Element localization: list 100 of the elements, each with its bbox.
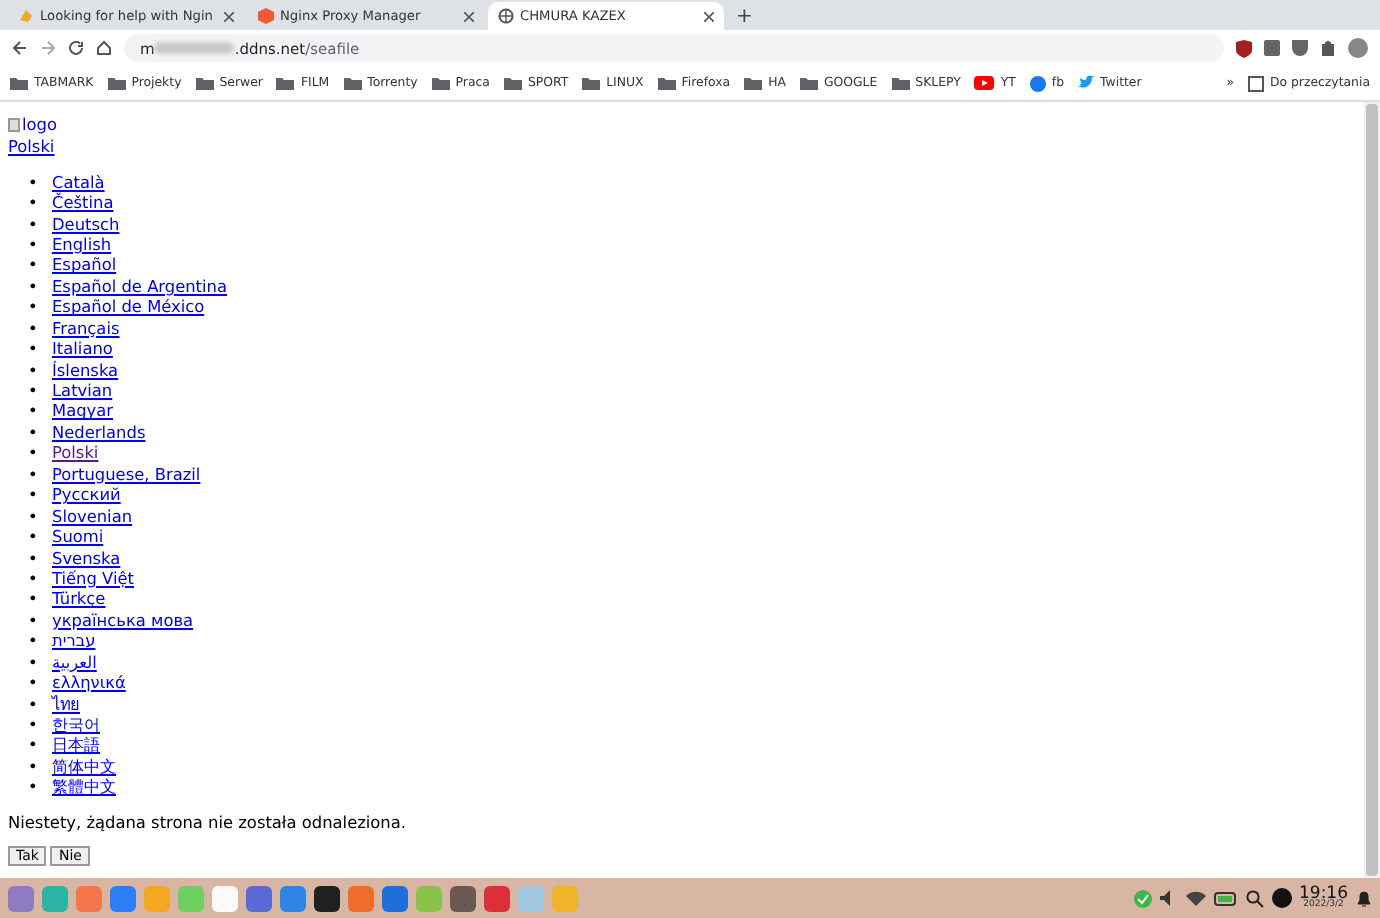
- error-message: Niestety, żądana strona nie została odnaleziona.: [8, 811, 408, 833]
- globe-icon: [498, 8, 514, 24]
- language-link[interactable]: Polski: [52, 442, 99, 464]
- close-icon[interactable]: [704, 11, 714, 21]
- bullet: •: [28, 567, 38, 589]
- bullet: •: [28, 463, 38, 485]
- folder-icon: [891, 76, 910, 90]
- logo-link[interactable]: logo: [8, 115, 57, 136]
- language-link[interactable]: Íslenska: [52, 359, 119, 380]
- bullet: •: [28, 776, 38, 798]
- language-link[interactable]: Slovenian: [52, 505, 133, 527]
- language-link[interactable]: Nederlands: [52, 421, 146, 443]
- language-link[interactable]: Deutsch: [52, 213, 120, 234]
- folder-icon: [107, 76, 126, 90]
- folder-icon: [195, 76, 214, 90]
- language-link[interactable]: 한국어: [52, 714, 100, 735]
- language-link[interactable]: Latvian: [52, 380, 113, 401]
- language-link[interactable]: ไทย: [52, 693, 80, 714]
- language-link[interactable]: Svenska: [52, 547, 121, 568]
- language-link[interactable]: Русский: [52, 484, 121, 506]
- scrollbar[interactable]: [1364, 102, 1380, 878]
- language-link[interactable]: 日本語: [52, 734, 100, 756]
- bullet: •: [28, 755, 38, 777]
- home-icon[interactable]: [96, 40, 112, 56]
- language-link[interactable]: Suomi: [52, 526, 104, 547]
- close-icon[interactable]: [224, 11, 234, 21]
- bell-icon[interactable]: [1356, 889, 1372, 907]
- bullet: •: [28, 526, 38, 547]
- bullet: •: [28, 714, 38, 735]
- bullet: •: [28, 192, 38, 213]
- bullet: •: [28, 213, 38, 234]
- language-link[interactable]: 简体中文: [52, 755, 116, 777]
- language-link[interactable]: ελληνικά: [52, 672, 126, 694]
- bullet: •: [28, 651, 38, 673]
- bullet: •: [28, 233, 38, 255]
- language-link[interactable]: Portuguese, Brazil: [52, 463, 201, 485]
- language-link[interactable]: українська мова: [52, 609, 194, 631]
- f-logo-icon: [1029, 75, 1046, 91]
- list-icon: [1247, 75, 1264, 91]
- bullet: •: [28, 421, 38, 443]
- bullet: •: [28, 380, 38, 401]
- bullet: •: [28, 547, 38, 568]
- language-link[interactable]: 繁體中文: [52, 776, 116, 798]
- folder-icon: [799, 76, 818, 90]
- back-icon[interactable]: [12, 40, 28, 56]
- bullet: •: [28, 505, 38, 527]
- hexagon-icon: [258, 8, 274, 24]
- language-link[interactable]: English: [52, 233, 112, 255]
- bullet: •: [28, 693, 38, 714]
- power-icon[interactable]: [1271, 888, 1291, 908]
- avatar-icon[interactable]: [1348, 38, 1368, 58]
- bullet: •: [28, 317, 38, 339]
- reload-icon[interactable]: [68, 40, 84, 56]
- language-link[interactable]: Español: [52, 254, 117, 276]
- close-icon[interactable]: [464, 11, 474, 21]
- app-icon[interactable]: [314, 885, 340, 911]
- folder-icon: [503, 76, 522, 90]
- bullet: •: [28, 588, 38, 610]
- folder-icon: [10, 76, 28, 90]
- language-link[interactable]: Tiếng Việt: [52, 567, 134, 589]
- broken-image-icon: [8, 117, 20, 132]
- language-link[interactable]: Français: [52, 317, 120, 339]
- language-link[interactable]: Čeština: [52, 192, 114, 213]
- bullet: •: [28, 630, 38, 652]
- language-link[interactable]: Español de Argentina: [52, 275, 228, 297]
- shield-icon[interactable]: [1236, 39, 1252, 57]
- language-link[interactable]: العربية: [52, 651, 97, 673]
- language-link[interactable]: Català: [52, 171, 105, 193]
- bullet: •: [28, 296, 38, 318]
- bullet: •: [28, 338, 38, 360]
- language-link[interactable]: עברית: [52, 630, 96, 652]
- language-link[interactable]: Türkçe: [52, 588, 106, 610]
- bullet: •: [28, 359, 38, 380]
- bullet: •: [28, 275, 38, 297]
- bullet: •: [28, 442, 38, 464]
- language-link[interactable]: Español de México: [52, 296, 205, 318]
- bullet: •: [28, 609, 38, 631]
- bullet: •: [28, 672, 38, 694]
- folder-icon: [431, 76, 450, 90]
- folder-icon: [744, 76, 763, 90]
- language-link[interactable]: Italiano: [52, 338, 113, 360]
- check-icon[interactable]: [1133, 889, 1151, 907]
- play-icon: [974, 76, 995, 90]
- battery-icon[interactable]: [1213, 891, 1237, 905]
- new-tab-button[interactable]: +: [728, 6, 761, 30]
- folder-icon: [582, 76, 601, 90]
- bullet: •: [28, 171, 38, 193]
- bullet: •: [28, 254, 38, 276]
- bird-icon: [1078, 76, 1095, 90]
- bullet: •: [28, 734, 38, 756]
- bullet: •: [28, 400, 38, 422]
- language-link[interactable]: Polski: [8, 136, 55, 157]
- search-icon[interactable]: [1245, 889, 1263, 907]
- folder-icon: [276, 76, 295, 90]
- language-link[interactable]: Magyar: [52, 400, 114, 422]
- folder-icon: [657, 76, 676, 90]
- wifi-icon[interactable]: [1185, 890, 1205, 906]
- folder-icon: [343, 76, 362, 90]
- forward-icon[interactable]: [40, 40, 56, 56]
- square-icon[interactable]: [1264, 40, 1280, 56]
